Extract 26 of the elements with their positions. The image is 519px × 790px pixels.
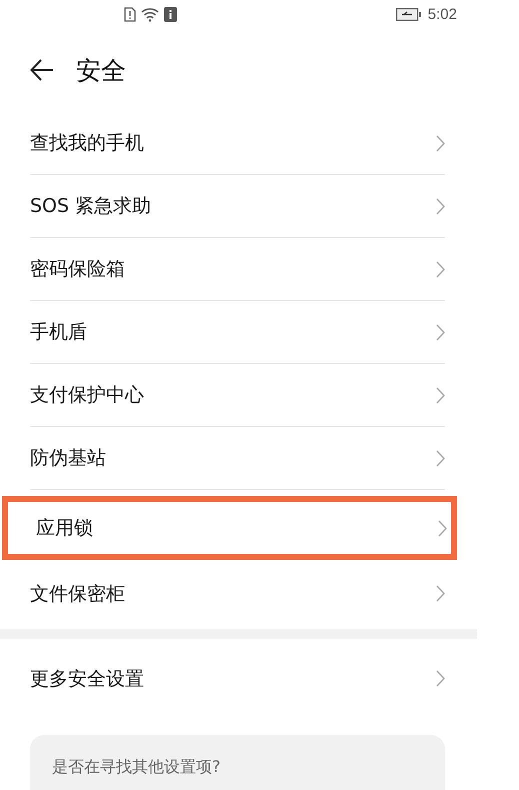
back-button[interactable] (30, 59, 54, 81)
chevron-right-icon (438, 520, 447, 536)
chevron-right-icon (436, 450, 445, 466)
settings-item[interactable]: 更多安全设置 (30, 647, 445, 710)
settings-item[interactable]: 手机盾 (30, 301, 445, 364)
settings-item[interactable]: 查找我的手机 (30, 112, 445, 175)
chevron-right-icon (436, 386, 445, 404)
info-icon (164, 6, 177, 22)
suggestion-question: 是否在寻找其他设置项? (52, 757, 220, 776)
chevron-right-icon (436, 198, 445, 214)
settings-item[interactable]: 文件保密柜 (30, 562, 445, 625)
settings-item[interactable]: 支付保护中心 (30, 364, 445, 427)
settings-item[interactable]: SOS 紧急求助 (30, 175, 445, 238)
settings-item[interactable]: 防伪基站 (30, 427, 445, 490)
chevron-right-icon (436, 260, 445, 278)
chevron-right-icon (436, 134, 445, 152)
chevron-right-icon (436, 585, 445, 602)
chevron-right-icon (436, 324, 445, 340)
sim-alert-icon (124, 6, 136, 22)
page-title: 安全 (76, 54, 126, 86)
status-time: 5:02 (428, 6, 457, 22)
highlighted-settings-item[interactable]: 应用锁 (2, 496, 457, 560)
wifi-icon (141, 6, 159, 22)
chevron-right-icon (436, 670, 445, 687)
settings-item[interactable]: 密码保险箱 (30, 238, 445, 301)
battery-charging-icon (396, 8, 422, 20)
